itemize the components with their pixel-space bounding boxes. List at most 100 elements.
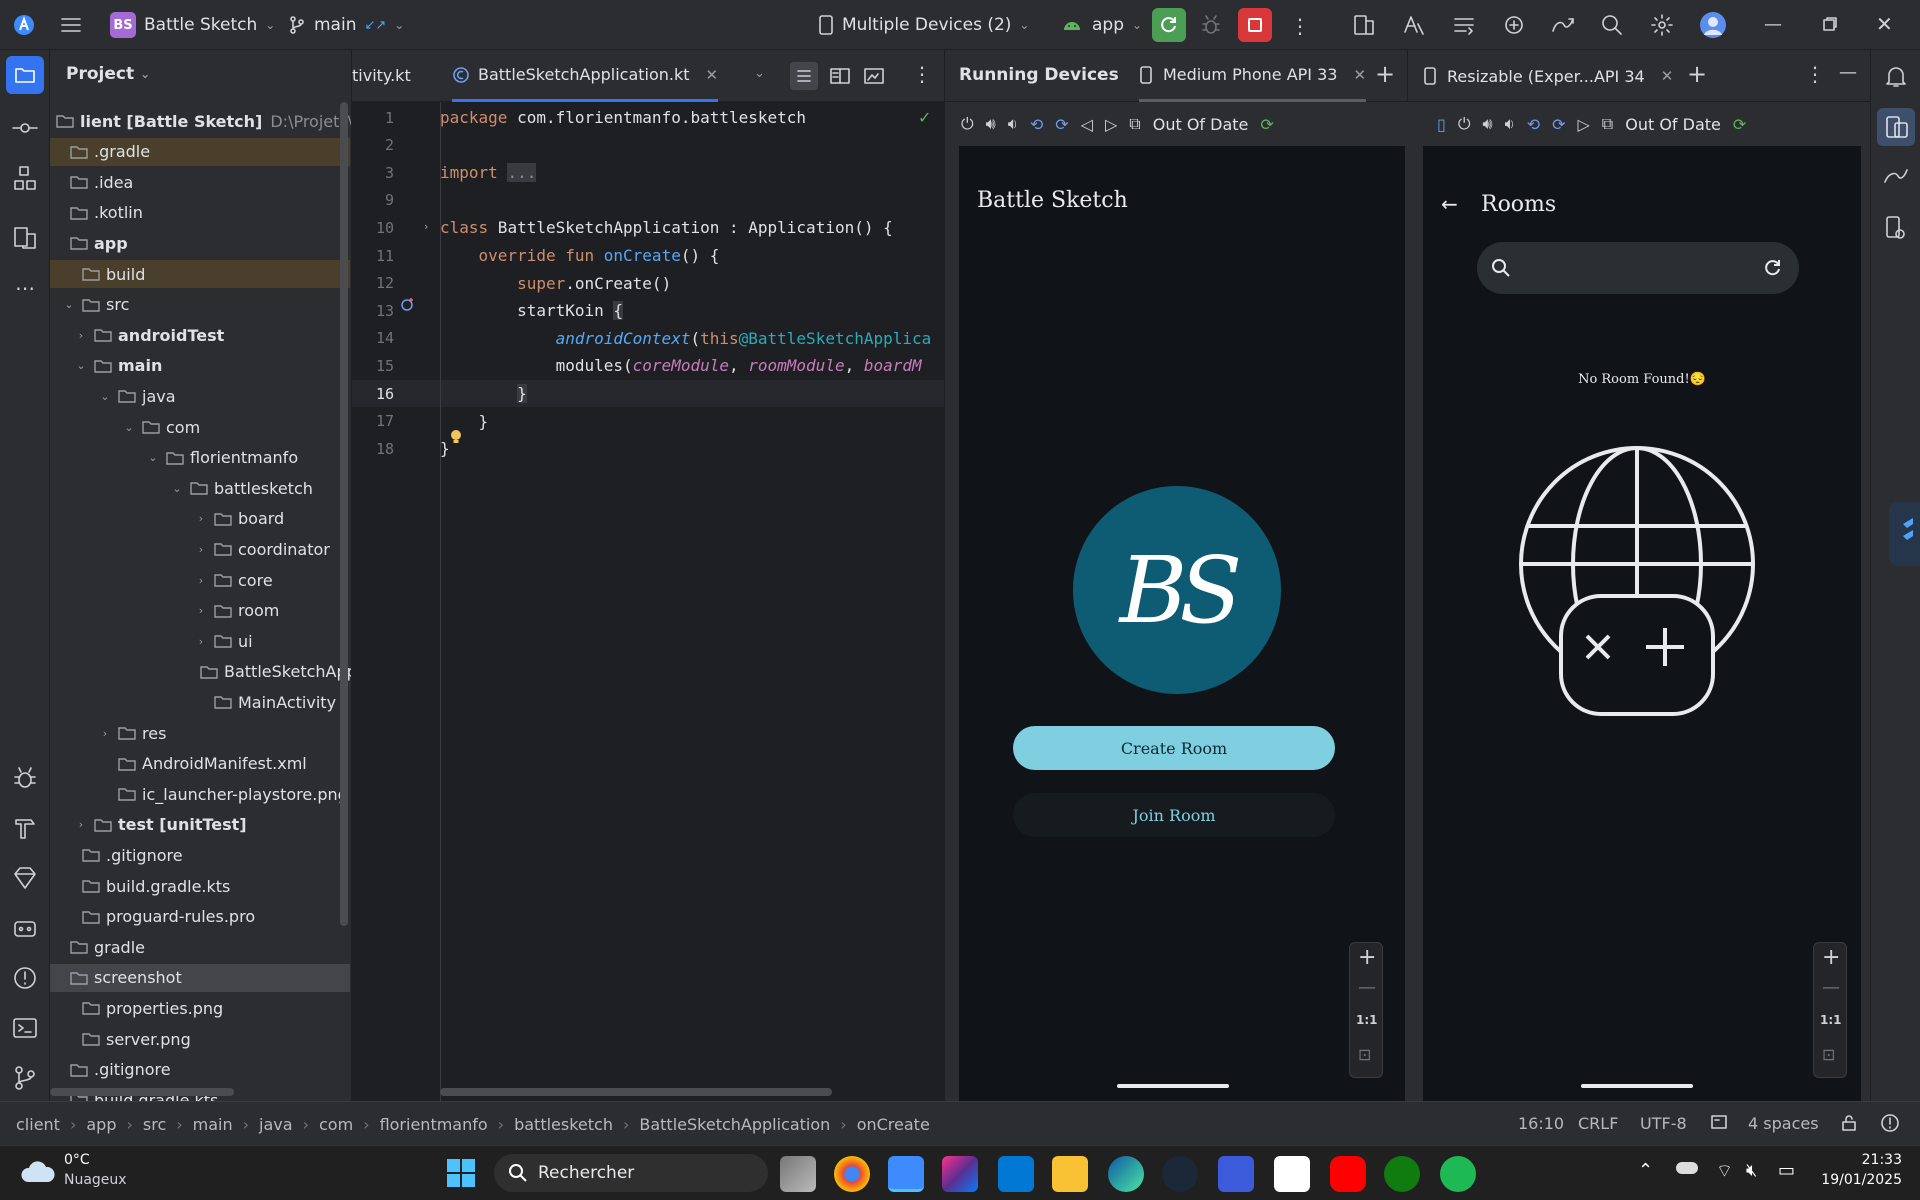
lightbulb-icon[interactable]	[448, 428, 464, 446]
phone2-screen[interactable]: ← Rooms No Room Found!😔	[1423, 146, 1861, 1101]
tree-item[interactable]: build.gradle.kts	[50, 872, 350, 900]
wifi-icon[interactable]: ⌔	[1716, 1160, 1733, 1183]
youtube-icon[interactable]	[1330, 1156, 1366, 1192]
tree-item[interactable]: .idea	[50, 168, 350, 196]
breadcrumb-item[interactable]: main	[193, 1115, 233, 1134]
run-config-selector[interactable]: app ⌄	[1060, 8, 1142, 42]
weather-cloud-icon[interactable]	[20, 1158, 56, 1186]
tree-item[interactable]: ic_launcher-playstore.png	[50, 780, 350, 808]
volume-up-icon[interactable]: 🔊︎	[986, 114, 996, 134]
breadcrumb-item[interactable]: src	[143, 1115, 166, 1134]
task-view-icon[interactable]	[780, 1156, 816, 1192]
tree-item[interactable]: .gitignore	[50, 841, 350, 869]
rotate-left-icon[interactable]: ⟲	[1527, 115, 1540, 134]
side-drawer-handle[interactable]	[1889, 502, 1920, 566]
device-selector[interactable]: Multiple Devices (2) ⌄	[818, 8, 1029, 42]
power-save-icon[interactable]	[1880, 1113, 1900, 1133]
clock-time[interactable]: 21:33	[1822, 1152, 1902, 1168]
chevron-down-icon[interactable]: ⌄	[62, 298, 76, 311]
refresh-icon[interactable]: ⟳	[1260, 115, 1273, 134]
apply-changes-button[interactable]	[1152, 8, 1186, 42]
gesture-handle[interactable]	[1117, 1084, 1229, 1088]
running-devices-tool-button[interactable]	[1877, 108, 1915, 146]
zoom-fit-icon[interactable]: ⊡	[1822, 1045, 1835, 1064]
chevron-down-icon[interactable]: ⌄	[74, 359, 88, 372]
gesture-handle[interactable]	[1581, 1084, 1693, 1088]
tree-item[interactable]: .gitignore	[50, 1056, 350, 1084]
editor-more-icon[interactable]: ⋮	[912, 62, 932, 86]
branch-selector[interactable]: main ↙↗ ⌄	[288, 8, 404, 42]
tree-vertical-scrollbar[interactable]	[340, 102, 348, 926]
power-icon[interactable]: ⏻	[1458, 114, 1471, 134]
search-icon[interactable]	[1600, 13, 1624, 37]
debug-icon[interactable]	[1200, 14, 1222, 36]
restore-window-icon[interactable]	[1822, 16, 1838, 32]
problems-icon[interactable]	[11, 964, 39, 992]
gem-icon[interactable]	[11, 864, 39, 892]
steam-icon[interactable]	[1162, 1156, 1198, 1192]
commit-icon[interactable]	[11, 114, 39, 142]
taskbar-search[interactable]: Rechercher	[494, 1154, 768, 1192]
settings-gear-icon[interactable]	[1650, 13, 1674, 37]
editor-tab-previous[interactable]: tivity.kt	[352, 66, 411, 85]
app-icon[interactable]	[1218, 1156, 1254, 1192]
git-icon[interactable]	[11, 1064, 39, 1092]
code-view-icon[interactable]	[790, 62, 818, 90]
project-tool-button[interactable]	[6, 56, 44, 94]
refresh-icon[interactable]	[1763, 258, 1783, 278]
breadcrumb-item[interactable]: client	[16, 1115, 60, 1134]
breadcrumb-item[interactable]: app	[86, 1115, 116, 1134]
device-tab-resizable[interactable]: Resizable (Exper...API 34 ✕	[1423, 50, 1673, 102]
tree-item[interactable]: screenshot	[50, 963, 350, 992]
tree-item[interactable]: ⌄ main	[50, 352, 350, 380]
back-arrow-icon[interactable]: ←	[1441, 192, 1458, 216]
android-studio-logo-icon[interactable]	[12, 8, 36, 42]
chevron-right-icon[interactable]: ›	[194, 574, 208, 587]
device-tab-medium-phone[interactable]: Medium Phone API 33 ✕	[1139, 50, 1367, 102]
tree-item[interactable]: lient [Battle Sketch]D:\Projets\Andro	[50, 107, 351, 135]
breadcrumb-item[interactable]: florientmanfo	[380, 1115, 488, 1134]
tree-item[interactable]: BattleSketchApp	[50, 658, 351, 686]
zoom-actual-size[interactable]: 1:1	[1820, 1013, 1842, 1027]
join-room-button[interactable]: Join Room	[1013, 793, 1335, 837]
chevron-right-icon[interactable]: ›	[194, 512, 208, 525]
windows-start-icon[interactable]	[446, 1158, 476, 1188]
chevron-right-icon[interactable]: ›	[74, 818, 88, 831]
tree-item[interactable]: › board	[50, 505, 350, 533]
tree-item[interactable]: ⌄ com	[50, 413, 350, 441]
design-view-icon[interactable]	[860, 62, 888, 90]
close-tab-icon[interactable]: ✕	[706, 66, 719, 84]
gradle-icon[interactable]	[1502, 13, 1526, 37]
zoom-out-icon[interactable]: —	[1822, 977, 1840, 998]
line-separator[interactable]: CRLF	[1578, 1114, 1618, 1133]
tree-item[interactable]: › ui	[50, 627, 350, 655]
home-icon[interactable]: ▷	[1577, 115, 1589, 134]
tree-item[interactable]: gradle	[50, 933, 350, 961]
debug-icon[interactable]	[11, 764, 39, 792]
split-view-icon[interactable]	[826, 62, 854, 90]
tree-item[interactable]: ⌄ battlesketch	[50, 474, 350, 502]
more-tools-icon[interactable]: ⋯	[11, 276, 39, 304]
chevron-right-icon[interactable]: ›	[194, 635, 208, 648]
hide-panel-icon[interactable]: —	[1839, 62, 1857, 83]
vscode-icon[interactable]	[998, 1156, 1034, 1192]
tree-item[interactable]: › room	[50, 597, 350, 625]
close-tab-icon[interactable]: ✕	[1661, 67, 1674, 85]
home-icon[interactable]: ▷	[1105, 115, 1117, 134]
phone1-screen[interactable]: Battle Sketch BS Create Room Join Room	[959, 146, 1405, 1101]
structure-icon[interactable]	[11, 164, 39, 192]
chevron-down-icon[interactable]: ⌄	[122, 421, 136, 434]
tree-item[interactable]: AndroidManifest.xml	[50, 750, 350, 778]
volume-down-icon[interactable]: 🔉︎	[1008, 114, 1018, 134]
breadcrumb-item[interactable]: BattleSketchApplication	[639, 1115, 830, 1134]
tree-item[interactable]: build	[50, 260, 350, 288]
tree-item[interactable]: ⌄ java	[50, 382, 350, 410]
project-view-selector[interactable]: Project ⌄	[66, 64, 150, 84]
tree-item[interactable]: › test [unitTest]	[50, 811, 350, 839]
file-explorer-icon[interactable]	[1052, 1156, 1088, 1192]
rotate-right-icon[interactable]: ⟳	[1055, 115, 1068, 134]
build-hammer-icon[interactable]	[11, 814, 39, 842]
chrome-icon[interactable]	[834, 1156, 870, 1192]
weather-desc[interactable]: Nuageux	[64, 1172, 127, 1188]
device-sync-icon[interactable]: ▯	[1437, 115, 1446, 134]
